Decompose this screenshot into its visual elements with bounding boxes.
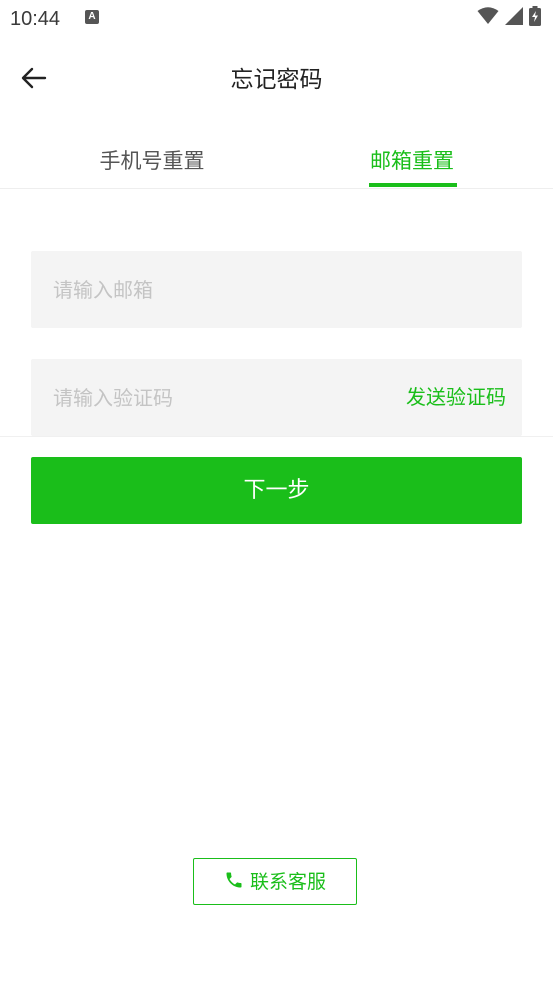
contact-service-label: 联系客服 (249, 870, 326, 893)
notification-icon: A (85, 10, 99, 24)
active-tab-indicator (369, 183, 457, 187)
phone-icon (224, 870, 244, 894)
tab-email-reset[interactable]: 邮箱重置 (342, 140, 482, 188)
divider (0, 436, 553, 437)
send-code-button[interactable]: 发送验证码 (406, 359, 506, 436)
email-field-container (31, 251, 522, 328)
email-input[interactable] (53, 251, 503, 328)
wifi-icon (477, 7, 499, 29)
tab-phone-reset[interactable]: 手机号重置 (82, 140, 222, 188)
status-bar: 10:44 A (0, 0, 553, 38)
status-time: 10:44 (10, 8, 61, 30)
next-step-button[interactable]: 下一步 (31, 457, 522, 524)
divider (0, 188, 553, 189)
code-field-container: 发送验证码 (31, 359, 522, 436)
signal-icon (505, 7, 523, 29)
contact-service-button[interactable]: 联系客服 (193, 858, 357, 905)
status-icons (477, 6, 541, 30)
reset-method-tabs: 手机号重置 邮箱重置 (0, 140, 553, 188)
verification-code-input[interactable] (53, 359, 383, 436)
battery-charging-icon (529, 6, 541, 30)
page-title: 忘记密码 (230, 67, 323, 93)
